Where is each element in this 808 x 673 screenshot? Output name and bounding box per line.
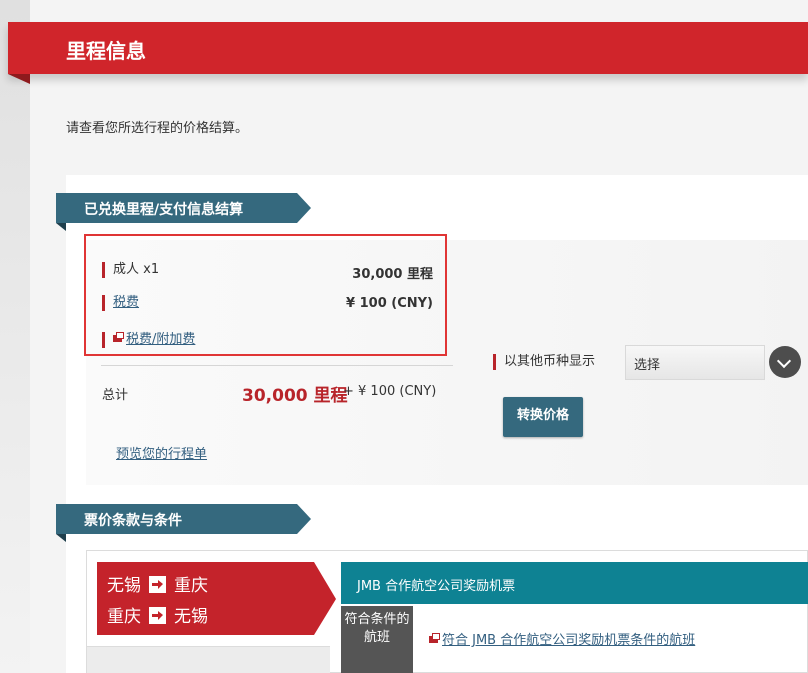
left-margin [0,0,30,673]
route-destination: 无锡 [174,607,208,627]
route-pointer [314,562,336,635]
surcharge-link[interactable]: 税费/附加费 [126,332,195,347]
eligible-flights-link[interactable]: 符合 JMB 合作航空公司奖励机票条件的航班 [429,629,695,648]
route-footer [87,646,330,673]
tax-link[interactable]: 税费 [113,295,139,310]
popup-icon [429,633,440,643]
currency-select[interactable]: 选择 [625,345,765,380]
route-outbound: 无锡 重庆 [107,571,208,596]
route-return: 重庆 无锡 [107,602,208,627]
total-label: 总计 [102,388,129,403]
section-title-fare-terms: 票价条款与条件 [56,504,311,542]
arrow-right-icon [149,576,166,593]
intro-text: 请查看您所选行程的价格结算。 [66,121,249,136]
divider [101,365,453,366]
section-title-summary: 已兑换里程/支付信息结算 [56,193,311,231]
route-origin: 无锡 [107,576,141,596]
fare-name-header: JMB 合作航空公司奖励机票 [341,562,808,604]
eligible-flights-text[interactable]: 符合 JMB 合作航空公司奖励机票条件的航班 [442,633,695,648]
preview-itinerary-text[interactable]: 预览您的行程单 [116,447,207,462]
preview-itinerary-link[interactable]: 预览您的行程单 [116,443,207,462]
popup-icon [113,332,124,342]
chevron-down-icon[interactable] [769,346,801,378]
passenger-label: 成人 x1 [102,262,159,278]
total-miles: 30,000 里程 [242,386,348,406]
tax-row: 税费 [102,295,139,311]
route-destination: 重庆 [174,576,208,596]
condition-label: 符合条件的航班 [341,606,413,673]
passenger-miles: 30,000 里程 [352,267,433,282]
currency-label: 以其他币种显示 [493,354,595,370]
convert-price-button[interactable]: 转换价格 [503,397,583,437]
route-box: 无锡 重庆 重庆 无锡 [97,562,314,635]
route-origin: 重庆 [107,607,141,627]
page-title: 里程信息 [66,39,146,63]
tax-value: ¥ 100 (CNY) [346,296,433,311]
total-cash: + ¥ 100 (CNY) [343,384,437,399]
surcharge-row: 税费/附加费 [102,332,195,348]
page-header-banner: 里程信息 [8,22,808,84]
arrow-right-icon [149,607,166,624]
